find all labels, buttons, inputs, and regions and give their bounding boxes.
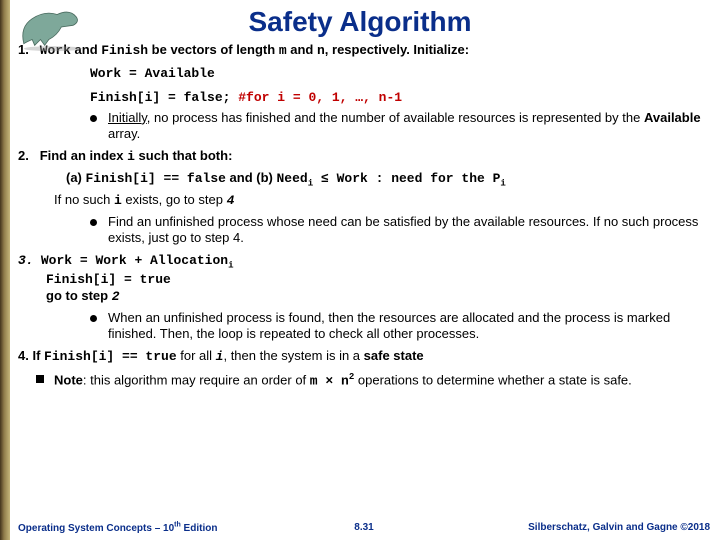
step-3: 3. Work = Work + Allocationi Finish[i] =…	[18, 252, 710, 342]
slide-title: Safety Algorithm	[0, 0, 720, 38]
step-1: 1. Work and Finish be vectors of length …	[18, 42, 710, 142]
footer-center: 8.31	[249, 522, 480, 534]
step-4: 4. If Finish[i] == true for all i, then …	[18, 348, 710, 365]
step-num: 2.	[18, 148, 29, 163]
slide-content: 1. Work and Finish be vectors of length …	[18, 42, 710, 390]
code-line: Finish[i] = false;	[90, 90, 230, 105]
footer-right: Silberschatz, Galvin and Gagne ©2018	[479, 522, 710, 534]
note-item: Note: this algorithm may require an orde…	[36, 371, 710, 390]
footer: Operating System Concepts – 10th Edition…	[18, 522, 710, 534]
bullet-item: Find an unfinished process whose need ca…	[90, 214, 710, 247]
bullet-item: Initially, no process has finished and t…	[90, 110, 710, 143]
step-2: 2. Find an index i such that both: (a) F…	[18, 148, 710, 246]
step-num: 3.	[18, 253, 34, 268]
dinosaur-icon	[8, 2, 98, 52]
code-line: Work = Available	[90, 66, 215, 81]
bullet-item: When an unfinished process is found, the…	[90, 310, 710, 343]
sidebar-stripe	[0, 0, 10, 540]
step-num: 4.	[18, 348, 29, 363]
footer-left: Operating System Concepts – 10th Edition	[18, 522, 249, 534]
